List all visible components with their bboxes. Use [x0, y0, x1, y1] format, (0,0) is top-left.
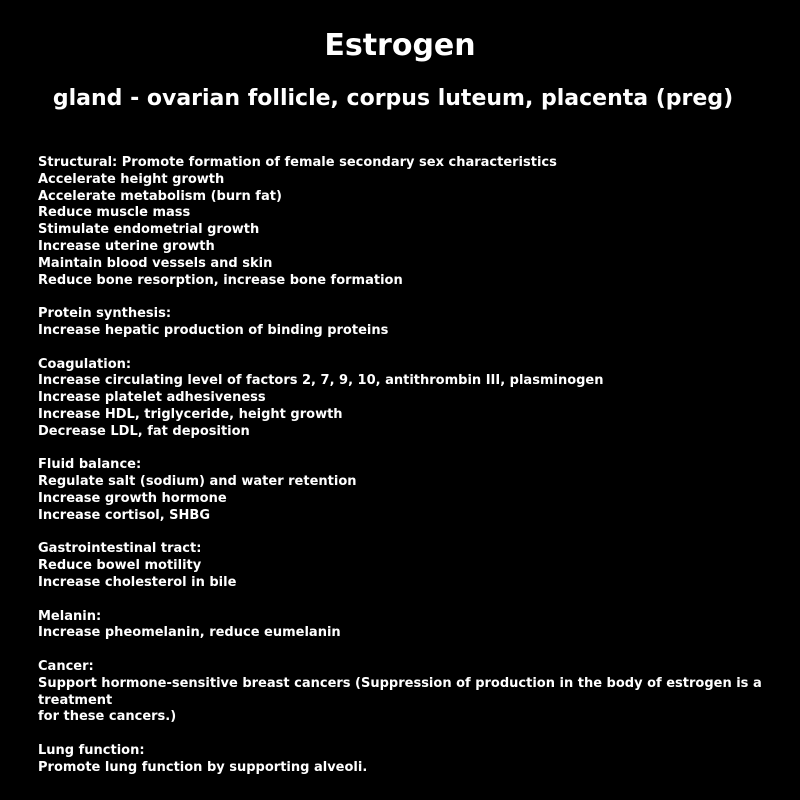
page-title: Estrogen [324, 28, 476, 63]
text-line: Increase cortisol, SHBG [38, 507, 211, 523]
text-line: Maintain blood vessels and skin [38, 255, 273, 271]
text-line: Increase platelet adhesiveness [38, 390, 266, 406]
text-line: Increase cholesterol in bile [38, 574, 237, 590]
text-line: Increase uterine growth [38, 238, 215, 254]
section-coagulation: Coagulation: Increase circulating level … [38, 357, 798, 441]
section-heading: Melanin: [38, 608, 102, 624]
text-line: Increase HDL, triglyceride, height growt… [38, 406, 343, 422]
text-line: Stimulate endometrial growth [38, 222, 260, 238]
section-cancer: Cancer: Support hormone-sensitive breast… [38, 659, 798, 726]
page-subtitle: gland - ovarian follicle, corpus luteum,… [52, 86, 734, 111]
section-heading: Gastrointestinal tract: [38, 541, 202, 557]
text-line: Structural: Promote formation of female … [38, 155, 557, 170]
text-line: Reduce muscle mass [38, 205, 191, 221]
text-line: Accelerate metabolism (burn fat) [38, 188, 282, 204]
section-lung-function: Lung function: Promote lung function by … [38, 743, 798, 777]
section-melanin: Melanin: Increase pheomelanin, reduce eu… [38, 609, 798, 643]
section-protein-synthesis: Protein synthesis: Increase hepatic prod… [38, 306, 798, 340]
section-heading: Fluid balance: [38, 457, 142, 473]
text-line: Increase circulating level of factors 2,… [38, 373, 604, 389]
text-line: Increase hepatic production of binding p… [38, 322, 389, 338]
text-line: Increase pheomelanin, reduce eumelanin [38, 625, 341, 641]
text-line: Reduce bowel motility [38, 558, 202, 574]
page: Estrogen gland - ovarian follicle, corpu… [0, 0, 800, 800]
text-line: Promote lung function by supporting alve… [38, 759, 368, 775]
text-line: Increase growth hormone [38, 490, 227, 506]
section-heading: Lung function: [38, 742, 145, 758]
section-fluid-balance: Fluid balance: Regulate salt (sodium) an… [38, 457, 798, 524]
text-line: for these cancers.) [38, 709, 177, 725]
content-body: Structural: Promote formation of female … [38, 155, 798, 793]
section-structural: Structural: Promote formation of female … [38, 155, 798, 289]
section-gastrointestinal: Gastrointestinal tract: Reduce bowel mot… [38, 541, 798, 591]
text-line: Regulate salt (sodium) and water retenti… [38, 474, 357, 490]
section-heading: Coagulation: [38, 356, 132, 372]
text-line: Accelerate height growth [38, 171, 225, 187]
text-line: Reduce bone resorption, increase bone fo… [38, 272, 403, 288]
section-heading: Protein synthesis: [38, 306, 172, 322]
section-heading: Cancer: [38, 658, 94, 674]
text-line: Decrease LDL, fat deposition [38, 423, 250, 439]
text-line: Support hormone-sensitive breast cancers… [38, 675, 762, 708]
